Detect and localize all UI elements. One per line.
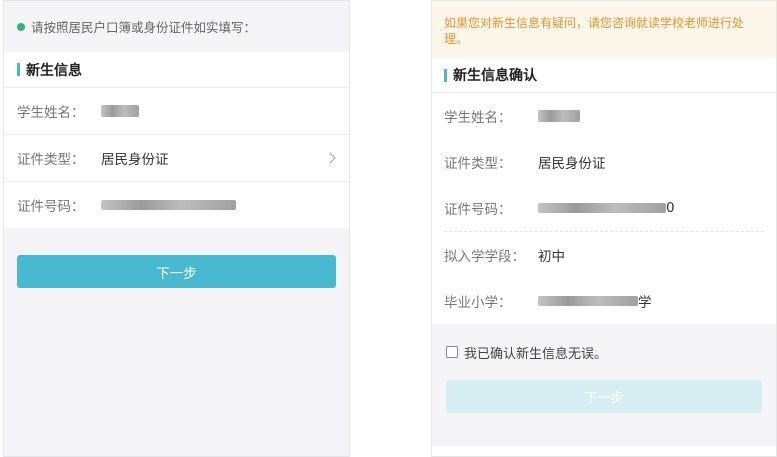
id-type-row[interactable]: 证件类型： 居民身份证 — [4, 134, 349, 181]
next-button[interactable]: 下一步 — [17, 255, 336, 288]
confirm-text: 我已确认新生信息无误。 — [464, 346, 608, 362]
id-type-value: 居民身份证 — [101, 152, 169, 168]
primary-school-label: 毕业小学： — [444, 295, 512, 311]
form-hint: 请按照居民户口簿或身份证件如实填写： — [4, 1, 349, 52]
id-number-value-suffix: 0 — [666, 200, 675, 216]
notice-banner: 如果您对新生信息有疑问，请您咨询就读学校老师进行处理。 — [432, 1, 776, 58]
section-title: 新生信息确认 — [432, 58, 776, 92]
button-area: 下一步 — [4, 228, 349, 456]
section-title: 新生信息 — [4, 52, 349, 87]
student-name-label: 学生姓名： — [17, 105, 85, 121]
stage-label: 拟入学学段： — [444, 249, 525, 265]
id-type-label: 证件类型： — [444, 156, 512, 172]
section-bar-icon — [444, 68, 447, 82]
id-number-label: 证件号码： — [17, 199, 85, 215]
confirm-area: 我已确认新生信息无误。 下一步 — [432, 324, 776, 446]
section-title-text: 新生信息确认 — [453, 68, 537, 84]
id-type-row: 证件类型： 居民身份证 — [444, 139, 764, 185]
student-name-row[interactable]: 学生姓名： — [4, 87, 349, 134]
new-student-form-panel: 请按照居民户口簿或身份证件如实填写： 新生信息 学生姓名： 证件类型： 居民身份… — [3, 0, 350, 457]
id-number-row: 证件号码： 0 — [444, 185, 764, 231]
school-info-block: 拟入学学段： 初中 毕业小学： 学 — [432, 232, 776, 324]
checkbox-icon[interactable] — [446, 346, 458, 358]
student-info-block: 学生姓名： 证件类型： 居民身份证 证件号码： 0 — [432, 92, 776, 231]
confirm-checkbox-row[interactable]: 我已确认新生信息无误。 — [446, 324, 762, 380]
new-student-confirm-panel: 如果您对新生信息有疑问，请您咨询就读学校老师进行处理。 新生信息确认 学生姓名：… — [431, 0, 777, 457]
section-title-text: 新生信息 — [26, 62, 82, 79]
chevron-right-icon — [324, 152, 336, 164]
primary-school-value-suffix: 学 — [638, 295, 652, 311]
section-bar-icon — [17, 63, 20, 76]
student-name-label: 学生姓名： — [444, 110, 512, 126]
primary-school-value-redacted — [538, 296, 638, 306]
student-name-value-redacted — [101, 105, 139, 117]
student-name-row: 学生姓名： — [444, 93, 764, 139]
id-type-value: 居民身份证 — [538, 156, 606, 172]
primary-school-row: 毕业小学： 学 — [444, 278, 764, 324]
dot-icon — [17, 22, 25, 31]
stage-row: 拟入学学段： 初中 — [444, 232, 764, 278]
next-button-disabled[interactable]: 下一步 — [446, 380, 762, 413]
student-name-value-redacted — [538, 110, 580, 122]
form-hint-text: 请按照居民户口簿或身份证件如实填写： — [31, 20, 257, 35]
id-number-value-redacted — [538, 203, 666, 213]
id-number-row[interactable]: 证件号码： — [4, 181, 349, 228]
id-type-label: 证件类型： — [17, 152, 85, 168]
id-number-value-redacted — [101, 200, 236, 210]
stage-value: 初中 — [538, 249, 565, 265]
id-number-label: 证件号码： — [444, 202, 512, 218]
